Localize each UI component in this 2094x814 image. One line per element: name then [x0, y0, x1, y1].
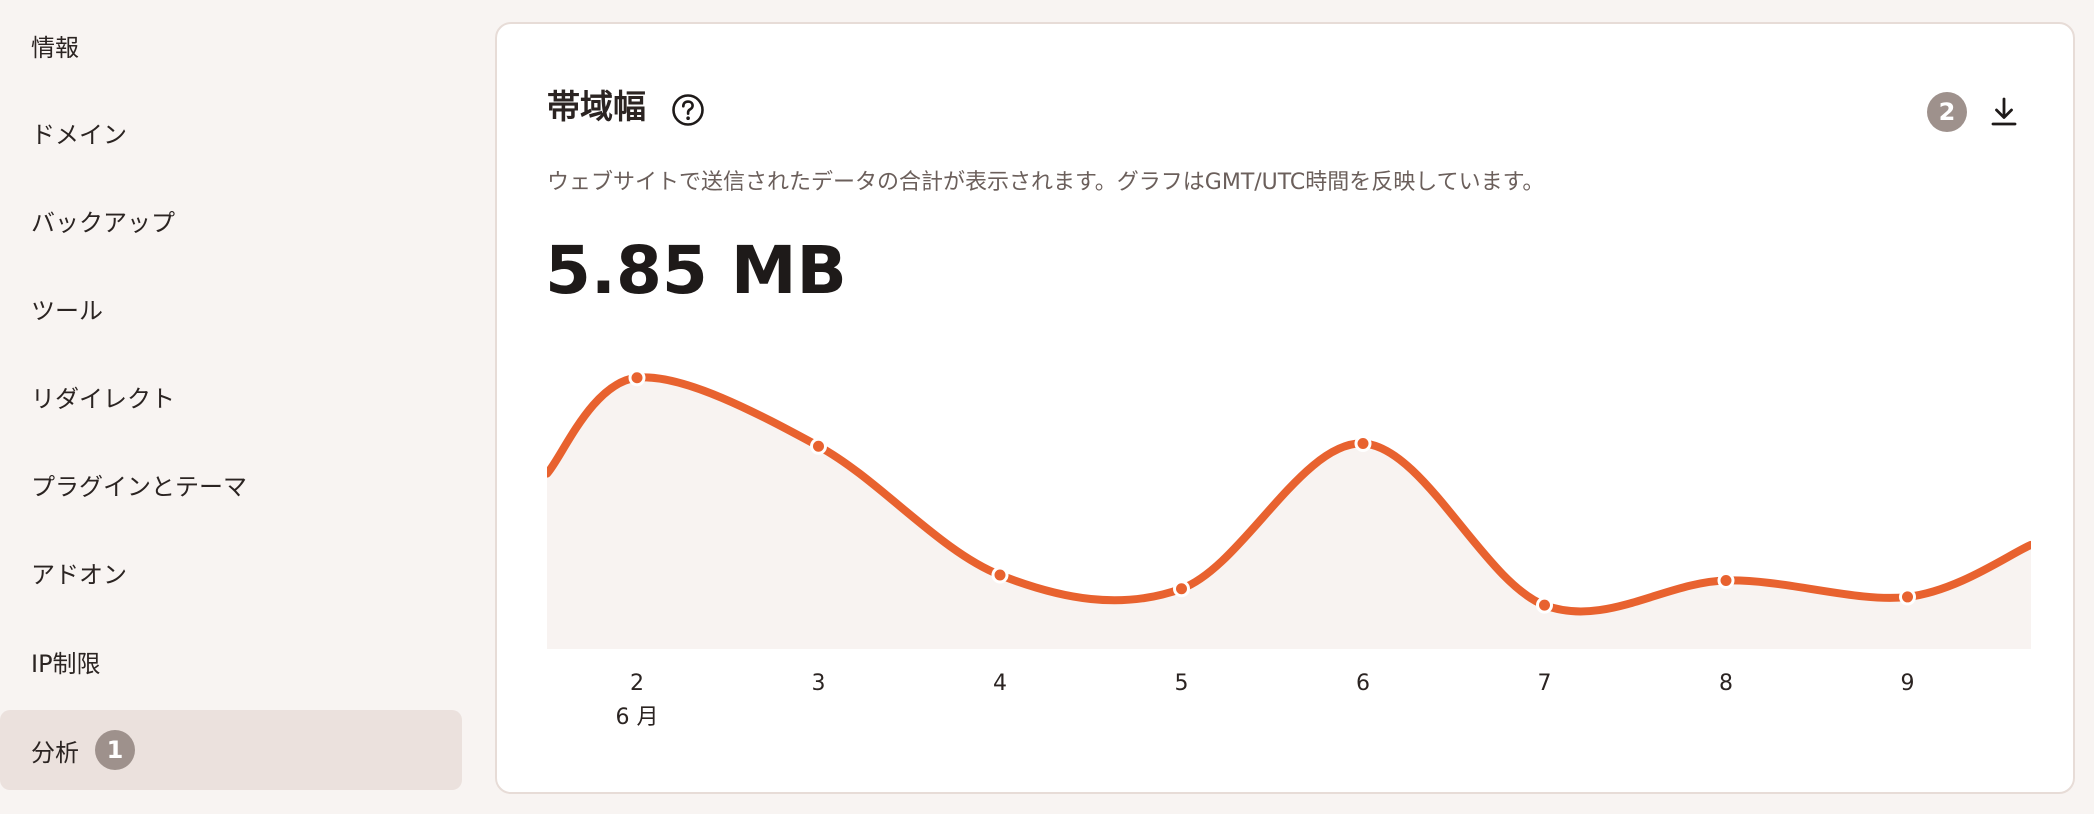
sidebar-item-info[interactable]: 情報	[0, 5, 462, 85]
chart-point[interactable]	[628, 369, 646, 387]
step-badge: 1	[95, 730, 135, 770]
sidebar-item-label: IP制限	[31, 649, 101, 678]
sidebar-item-analytics[interactable]: 分析 1	[0, 710, 462, 790]
card-title: 帯域幅	[547, 87, 646, 126]
sidebar-item-plugins-themes[interactable]: プラグインとテーマ	[0, 444, 462, 524]
sidebar-item-tools[interactable]: ツール	[0, 268, 462, 348]
sidebar-item-addons[interactable]: アドオン	[0, 532, 462, 612]
sidebar-item-label: リダイレクト	[31, 384, 175, 413]
x-tick-label: 5	[1175, 671, 1189, 696]
card-description: ウェブサイトで送信されたデータの合計が表示されます。グラフはGMT/UTC時間を…	[547, 170, 1545, 195]
sidebar-item-ip-restriction[interactable]: IP制限	[0, 621, 462, 701]
x-axis-month-label: 6 月	[616, 705, 659, 730]
chart-point[interactable]	[1717, 571, 1735, 589]
x-tick-label: 9	[1901, 671, 1915, 696]
chart-point[interactable]	[1173, 580, 1190, 598]
bandwidth-card: 帯域幅 2 ウェブサイトで送信されたデータの合計が表示されます。グラフはGMT/…	[495, 22, 2075, 794]
x-tick-label: 6	[1356, 671, 1370, 696]
bandwidth-total: 5.85 MB	[545, 232, 847, 309]
chart-point[interactable]	[1536, 596, 1553, 614]
x-tick-label: 4	[993, 671, 1007, 696]
sidebar-item-label: プラグインとテーマ	[31, 472, 247, 501]
sidebar-item-redirects[interactable]: リダイレクト	[0, 356, 462, 436]
sidebar-item-domains[interactable]: ドメイン	[0, 92, 462, 172]
chart-point[interactable]	[991, 566, 1009, 584]
step-badge: 2	[1927, 92, 1967, 132]
x-tick-label: 8	[1719, 671, 1733, 696]
sidebar: 情報 ドメイン バックアップ ツール リダイレクト プラグインとテーマ アドオン…	[0, 0, 470, 814]
question-circle-icon[interactable]	[671, 93, 705, 127]
x-tick-label: 2	[630, 671, 644, 696]
sidebar-item-label: アドオン	[31, 560, 127, 589]
sidebar-item-label: 分析	[31, 738, 79, 767]
x-tick-label: 7	[1538, 671, 1552, 696]
chart-point[interactable]	[1354, 434, 1372, 452]
bandwidth-chart: 2 3 4 5 6 7 8 9 6 月	[547, 369, 2031, 730]
sidebar-item-label: 情報	[31, 33, 79, 62]
sidebar-item-label: バックアップ	[31, 208, 175, 237]
sidebar-item-label: ツール	[31, 296, 103, 325]
download-icon[interactable]	[1984, 92, 2024, 132]
sidebar-item-backups[interactable]: バックアップ	[0, 180, 462, 260]
chart-point[interactable]	[810, 437, 827, 455]
chart-point[interactable]	[1899, 588, 1916, 606]
sidebar-item-label: ドメイン	[31, 120, 127, 149]
x-tick-label: 3	[812, 671, 826, 696]
